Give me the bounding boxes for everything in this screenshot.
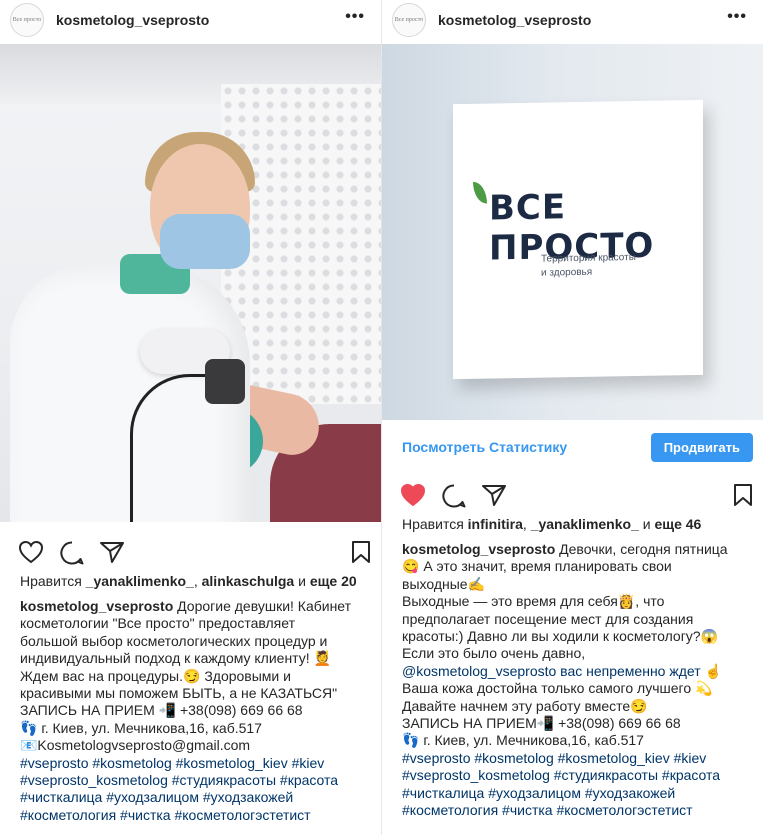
username[interactable]: kosmetolog_vseprosto [438, 12, 591, 28]
post-header: Все просто kosmetolog_vseprosto ••• [382, 0, 763, 40]
likes-and: и [642, 516, 651, 532]
caption-text: Дорогие девушки! Кабинет [177, 598, 352, 614]
leaf-logo-icon [473, 181, 487, 204]
caption-line: 👣 г. Киев, ул. Мечникова,16, каб.517 [402, 732, 644, 749]
hashtag-line[interactable]: #vseprosto_kosmetolog #студиякрасоты #кр… [402, 767, 757, 784]
hashtag-line[interactable]: #косметология #чистка #косметологэстетис… [402, 802, 757, 819]
caption-username[interactable]: kosmetolog_vseprosto [20, 598, 173, 614]
likes-line: Нравится _yanaklimenko_, alinkaschulga и… [20, 573, 357, 589]
caption: kosmetolog_vseprosto Девочки, сегодня пя… [402, 541, 757, 820]
post-image[interactable] [0, 44, 381, 522]
caption-line: kosmetolog_vseprosto Девочки, сегодня пя… [402, 541, 757, 558]
likes-and: и [298, 573, 306, 589]
caption-line: предполагает посещение мест для создания [402, 610, 694, 627]
doctor-mask [160, 214, 250, 269]
cosmetology-device [205, 359, 245, 404]
caption-line: красоты:) Давно ли вы ходили к косметоло… [402, 628, 719, 645]
clinic-sign: ВСЕ ПРОСТО Территория красоты и здоровья [453, 99, 703, 380]
caption-line: Выходные — это время для себя👸, что [402, 593, 665, 610]
caption-line: Давайте начнем эту работу вместе😏 [402, 697, 648, 714]
action-bar [382, 479, 763, 509]
likes-count[interactable]: еще 20 [310, 573, 357, 589]
hashtag-line[interactable]: #vseprosto #kosmetolog #kosmetolog_kiev … [20, 755, 375, 772]
liker-link[interactable]: _yanaklimenko_ [531, 516, 639, 532]
caption-line: 👣 г. Киев, ул. Мечникова,16, каб.517 [20, 719, 262, 736]
caption-line: красивыми мы поможем БЫТЬ, а не КАЗАТЬСЯ… [20, 685, 338, 702]
sign-subtitle: Территория красоты и здоровья [541, 250, 681, 280]
post-right: Все просто kosmetolog_vseprosto ••• ВСЕ … [382, 0, 763, 835]
more-dots-icon[interactable]: ••• [345, 9, 365, 25]
comment-icon[interactable] [59, 540, 85, 566]
heart-icon[interactable] [18, 540, 44, 564]
heart-filled-icon[interactable] [400, 483, 426, 507]
caption-line: Если это было очень давно, [402, 645, 586, 662]
hashtag-line[interactable]: #косметология #чистка #косметологэстетис… [20, 807, 375, 824]
post-image[interactable]: ВСЕ ПРОСТО Территория красоты и здоровья [382, 44, 763, 420]
likes-count[interactable]: еще 46 [654, 516, 701, 532]
bookmark-icon[interactable] [351, 540, 371, 564]
caption-line: выходные✍ [402, 575, 486, 592]
caption-username[interactable]: kosmetolog_vseprosto [402, 541, 555, 557]
likes-sep: , [522, 516, 527, 532]
username[interactable]: kosmetolog_vseprosto [56, 12, 209, 28]
likes-prefix: Нравится [402, 516, 464, 532]
sign-subtitle-line: и здоровья [541, 266, 593, 279]
liker-link[interactable]: infinitira [468, 516, 523, 532]
promote-button[interactable]: Продвигать [650, 432, 753, 462]
bookmark-icon[interactable] [733, 483, 753, 507]
liker-link[interactable]: alinkaschulga [202, 573, 295, 589]
caption-text: Девочки, сегодня пятница [559, 541, 728, 557]
hashtag-line[interactable]: #vseprosto_kosmetolog #студиякрасоты #кр… [20, 772, 375, 789]
post-header: Все просто kosmetolog_vseprosto ••• [0, 0, 381, 40]
caption-line: ЗАПИСЬ НА ПРИЕМ 📲 +38(098) 669 66 68 [20, 702, 303, 719]
avatar[interactable]: Все просто [392, 3, 426, 37]
comment-icon[interactable] [441, 483, 467, 509]
caption-line: индивидуальный подход к каждому клиенту!… [20, 650, 331, 667]
likes-sep: , [193, 573, 198, 589]
likes-prefix: Нравится [20, 573, 82, 589]
likes-line: Нравится infinitira, _yanaklimenko_ и ещ… [402, 516, 701, 532]
caption: kosmetolog_vseprosto Дорогие девушки! Ка… [20, 598, 375, 824]
mention-line[interactable]: @kosmetolog_vseprosto вас непременно жде… [402, 663, 757, 680]
hashtag-line[interactable]: #чисткалица #уходзалицом #уходзакожей [20, 789, 375, 806]
caption-line: большой выбор косметологических процедур… [20, 632, 328, 649]
post-left: Все просто kosmetolog_vseprosto ••• Нрав… [0, 0, 381, 835]
more-dots-icon[interactable]: ••• [727, 9, 747, 25]
caption-line: Ждем вас на процедуры.😏 Здоровыми и [20, 667, 291, 684]
share-icon[interactable] [481, 483, 507, 507]
caption-line: ЗАПИСЬ НА ПРИЕМ📲 +38(098) 669 66 68 [402, 715, 681, 732]
hashtag-line[interactable]: #vseprosto #kosmetolog #kosmetolog_kiev … [402, 750, 757, 767]
action-bar [0, 536, 381, 566]
caption-line: косметологии "Все просто" предоставляет [20, 615, 295, 632]
view-stats-link[interactable]: Посмотреть Статистику [402, 439, 567, 455]
share-icon[interactable] [99, 540, 125, 564]
liker-link[interactable]: _yanaklimenko_ [86, 573, 194, 589]
caption-line: 😋 А это значит, время планировать свои [402, 558, 672, 575]
caption-line: 📧Kosmetologvseprosto@gmail.com [20, 737, 251, 754]
caption-line: Ваша кожа достойна только самого лучшего… [402, 680, 713, 697]
stats-bar: Посмотреть Статистику Продвигать [382, 427, 763, 467]
avatar[interactable]: Все просто [10, 3, 44, 37]
hashtag-line[interactable]: #чисткалица #уходзалицом #уходзакожей [402, 785, 757, 802]
caption-line: kosmetolog_vseprosto Дорогие девушки! Ка… [20, 598, 375, 615]
